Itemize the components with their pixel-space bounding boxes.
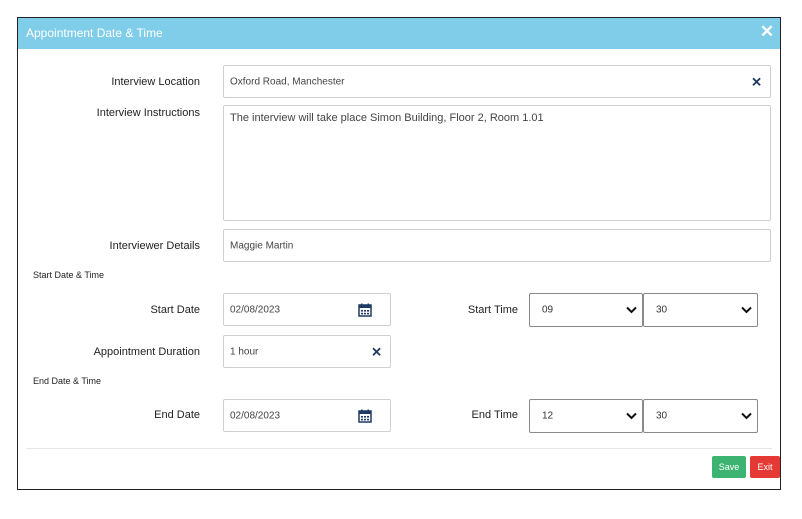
- clear-location-icon[interactable]: ✕: [751, 75, 762, 88]
- end-section-label: End Date & Time: [33, 376, 102, 386]
- duration-label: Appointment Duration: [93, 346, 200, 358]
- clear-duration-icon[interactable]: ✕: [371, 345, 382, 358]
- end-date-label: End Date: [154, 409, 200, 421]
- duration-field[interactable]: 1 hour ✕: [223, 335, 391, 368]
- end-date-field[interactable]: 02/08/2023: [223, 399, 391, 432]
- start-time-label: Start Time: [467, 304, 518, 316]
- calendar-icon[interactable]: [358, 303, 372, 317]
- start-minute-select[interactable]: 30: [643, 293, 758, 327]
- dialog-title: Appointment Date & Time: [26, 26, 163, 40]
- interview-location-value: Oxford Road, Manchester: [230, 76, 345, 87]
- interview-location-label: Interview Location: [111, 76, 200, 88]
- chevron-down-icon: [626, 306, 637, 314]
- close-icon[interactable]: ✕: [758, 23, 776, 41]
- interviewer-details-label: Interviewer Details: [109, 240, 200, 252]
- start-date-field[interactable]: 02/08/2023: [223, 293, 391, 326]
- interview-location-field[interactable]: Oxford Road, Manchester ✕: [223, 65, 771, 98]
- interview-instructions-value: The interview will take place Simon Buil…: [230, 112, 544, 124]
- start-date-value: 02/08/2023: [230, 304, 281, 315]
- start-date-label: Start Date: [150, 304, 200, 316]
- end-hour-select[interactable]: 12: [529, 399, 643, 433]
- interview-instructions-label: Interview Instructions: [96, 107, 200, 119]
- start-hour-value: 09: [542, 304, 554, 316]
- interview-instructions-textarea[interactable]: The interview will take place Simon Buil…: [223, 105, 771, 221]
- duration-value: 1 hour: [230, 346, 259, 357]
- end-date-value: 02/08/2023: [230, 410, 281, 421]
- chevron-down-icon: [626, 412, 637, 420]
- exit-button[interactable]: Exit: [750, 456, 780, 478]
- chevron-down-icon: [741, 306, 752, 314]
- start-section-label: Start Date & Time: [33, 270, 105, 280]
- save-button[interactable]: Save: [712, 456, 746, 478]
- end-time-label: End Time: [471, 409, 518, 421]
- end-minute-select[interactable]: 30: [643, 399, 758, 433]
- start-minute-value: 30: [656, 304, 668, 316]
- end-hour-value: 12: [542, 410, 554, 422]
- appointment-dialog: Appointment Date & Time ✕ Interview Loca…: [17, 17, 781, 490]
- interviewer-details-field[interactable]: Maggie Martin: [223, 229, 771, 262]
- footer-divider: [26, 448, 772, 449]
- calendar-icon[interactable]: [358, 409, 372, 423]
- dialog-header: Appointment Date & Time ✕: [18, 18, 780, 49]
- chevron-down-icon: [741, 412, 752, 420]
- interviewer-details-value: Maggie Martin: [230, 240, 294, 251]
- start-hour-select[interactable]: 09: [529, 293, 643, 327]
- end-minute-value: 30: [656, 410, 668, 422]
